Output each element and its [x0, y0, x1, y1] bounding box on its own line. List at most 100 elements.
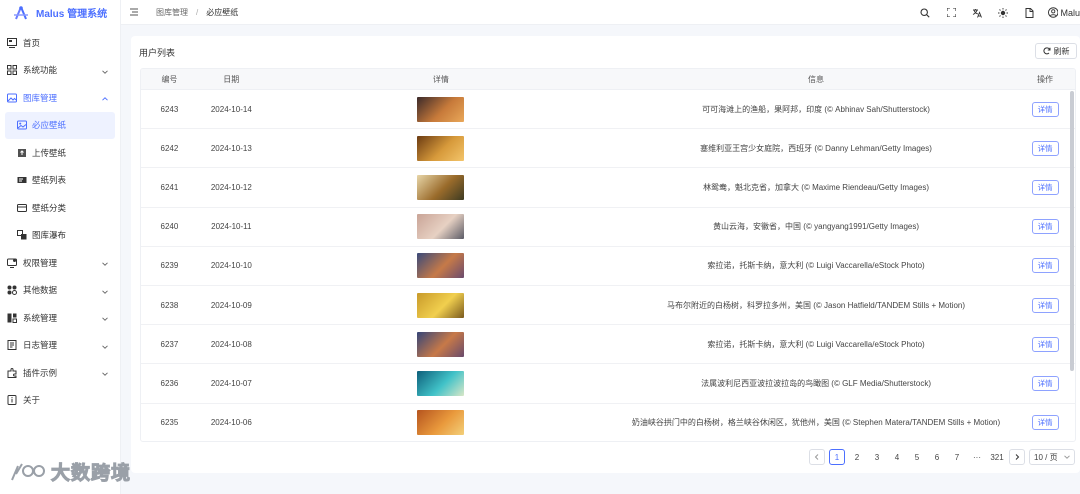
cell-thumbnail [265, 370, 617, 396]
cell-thumbnail [265, 96, 617, 122]
sidebar-item-label: 日志管理 [23, 340, 58, 351]
wallpaper-thumbnail[interactable] [417, 96, 465, 122]
sidebar-menu: 首页 系统功能 图库管理 必应壁纸 上传壁纸 壁纸列表 壁纸分类 图库瀑布权限管理其他数据系统… [0, 29, 120, 414]
menu-collapse-icon[interactable] [130, 8, 138, 16]
prev-page-button[interactable] [809, 449, 825, 465]
cell-actions: 详情 [1015, 219, 1075, 235]
chevron-down-icon [102, 314, 108, 321]
column-header-detail: 详情 [432, 74, 449, 84]
app-logo[interactable]: Malus 管理系统 [0, 0, 120, 25]
grid-icon [7, 65, 17, 76]
page-number[interactable]: 2 [849, 449, 865, 465]
column-header-date: 日期 [223, 74, 240, 84]
watermark: 大数跨境 [8, 458, 131, 485]
sidebar-item-label: 其他数据 [23, 285, 58, 296]
sidebar-item[interactable]: 权限管理 [0, 249, 120, 277]
detail-button[interactable]: 详情 [1031, 219, 1059, 235]
about-icon [7, 395, 17, 406]
search-icon[interactable] [912, 7, 938, 18]
wallpaper-thumbnail[interactable] [417, 370, 465, 396]
chevron-down-icon [102, 67, 108, 74]
detail-button[interactable]: 详情 [1031, 336, 1059, 352]
chevron-right-icon [1015, 454, 1020, 460]
sidebar-item[interactable]: 其他数据 [0, 277, 120, 305]
page-number[interactable]: 6 [929, 449, 945, 465]
column-header-info: 信息 [808, 74, 825, 84]
page-ellipsis[interactable]: ··· [969, 449, 985, 465]
cell-date: 2024-10-12 [210, 182, 252, 192]
wallpaper-thumbnail[interactable] [417, 174, 465, 200]
sidebar-item[interactable]: 图库瀑布 [0, 222, 120, 250]
detail-button[interactable]: 详情 [1031, 101, 1059, 117]
table-header: 编号 日期 详情 信息 操作 [141, 69, 1075, 90]
cell-info: 索拉诺，托斯卡纳，意大利 (© Luigi Vaccarella/eStock … [707, 339, 925, 349]
sidebar-item[interactable]: 上传壁纸 [0, 139, 120, 167]
plugin-icon [7, 367, 17, 378]
detail-button[interactable]: 详情 [1031, 179, 1059, 195]
cell-id: 6238 [160, 300, 179, 310]
sidebar-item-label: 系统管理 [23, 312, 58, 323]
sidebar-item-label: 插件示例 [23, 367, 58, 378]
theme-sun-icon[interactable] [990, 7, 1016, 18]
cell-actions: 详情 [1015, 101, 1075, 117]
wallpaper-thumbnail[interactable] [417, 331, 465, 357]
detail-button[interactable]: 详情 [1031, 415, 1059, 431]
cell-id: 6236 [160, 378, 179, 388]
sidebar-item[interactable]: 壁纸分类 [0, 194, 120, 222]
cell-id: 6242 [160, 143, 179, 153]
wallpaper-thumbnail[interactable] [417, 135, 465, 161]
wallpaper-thumbnail[interactable] [417, 292, 465, 318]
sidebar-item[interactable]: 首页 [0, 29, 120, 57]
list-icon [17, 175, 27, 185]
detail-button[interactable]: 详情 [1031, 375, 1059, 391]
dashboard-icon [7, 37, 17, 48]
user-menu[interactable]: Malu [1042, 7, 1080, 18]
sidebar-item[interactable]: 壁纸列表 [0, 167, 120, 195]
table-row: 6236 2024-10-07 法属波利尼西亚波拉波拉岛的鸟瞰图 (© GLF Me… [141, 364, 1075, 404]
page-number[interactable]: 4 [889, 449, 905, 465]
sidebar-item-label: 权限管理 [23, 257, 58, 268]
detail-button[interactable]: 详情 [1031, 297, 1059, 313]
sidebar-item[interactable]: 关于 [0, 387, 120, 415]
breadcrumb-item[interactable]: 图库管理 [156, 7, 188, 18]
page-number[interactable]: 1 [829, 449, 845, 465]
chevron-up-icon [102, 94, 108, 101]
header-toolbar: Malu [912, 0, 1080, 25]
detail-button[interactable]: 详情 [1031, 140, 1059, 156]
document-icon[interactable] [1016, 7, 1042, 18]
sidebar-item[interactable]: 必应壁纸 [5, 111, 115, 139]
sidebar-item[interactable]: 系统功能 [0, 57, 120, 85]
refresh-label: 刷新 [1053, 46, 1070, 56]
wallpaper-thumbnail[interactable] [417, 214, 465, 240]
next-page-button[interactable] [1009, 449, 1025, 465]
translate-icon[interactable] [964, 8, 990, 18]
cell-info: 黄山云海，安徽省，中国 (© yangyang1991/Getty Images… [713, 222, 920, 232]
chevron-left-icon [814, 454, 819, 460]
fullscreen-icon[interactable] [938, 8, 964, 17]
cell-info: 林鸳鸯，魁北克省，加拿大 (© Maxime Riendeau/Getty Im… [703, 182, 930, 192]
table-scrollbar[interactable] [1070, 91, 1074, 371]
data-table: 编号 日期 详情 信息 操作 6243 2024-10-14 可可海滩上的渔船，果阿… [140, 68, 1076, 442]
sidebar-item[interactable]: 系统管理 [0, 304, 120, 332]
page-number[interactable]: 7 [949, 449, 965, 465]
card-title: 用户列表 [139, 48, 176, 58]
detail-button[interactable]: 详情 [1031, 258, 1059, 274]
table-row: 6237 2024-10-08 索拉诺，托斯卡纳，意大利 (© Luigi Vacc… [141, 325, 1075, 365]
page-number[interactable]: 3 [869, 449, 885, 465]
logo-mark-icon [14, 5, 28, 19]
cell-info: 塞维利亚王宫少女庭院，西班牙 (© Danny Lehman/Getty Ima… [700, 143, 932, 153]
sidebar-item[interactable]: 图库管理 [0, 84, 120, 112]
page-number[interactable]: 5 [909, 449, 925, 465]
sidebar-item[interactable]: 日志管理 [0, 332, 120, 360]
cell-thumbnail [265, 292, 617, 318]
refresh-button[interactable]: 刷新 [1035, 43, 1077, 59]
sidebar-item[interactable]: 插件示例 [0, 359, 120, 387]
log-icon [7, 340, 17, 351]
user-name: Malu [1060, 7, 1080, 18]
page-size-select[interactable]: 10 / 页 [1029, 449, 1075, 465]
wallpaper-thumbnail[interactable] [417, 253, 465, 279]
page-number[interactable]: 321 [989, 449, 1005, 465]
cell-id: 6240 [160, 222, 179, 232]
cell-actions: 详情 [1015, 179, 1075, 195]
wallpaper-thumbnail[interactable] [417, 410, 465, 436]
